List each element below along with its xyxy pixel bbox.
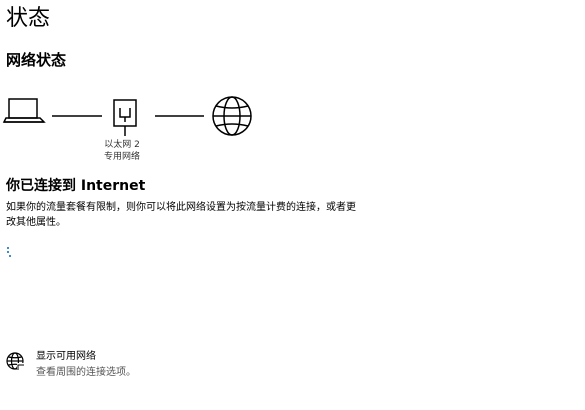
show-networks-description: 查看周围的连接选项。: [36, 367, 136, 378]
globe-icon: [212, 96, 252, 136]
loading-spinner-icon: [7, 247, 11, 257]
page-title: 状态: [6, 6, 51, 31]
connection-description: 如果你的流量套餐有限制，则你可以将此网络设置为按流量计费的连接，或者更改其他属性…: [6, 202, 356, 228]
show-networks-title[interactable]: 显示可用网络: [36, 350, 96, 364]
adapter-label: 以太网 2 专用网络: [96, 139, 148, 163]
globe-icon: [6, 352, 25, 371]
network-status-heading: 网络状态: [6, 51, 67, 69]
show-available-networks-link[interactable]: 显示可用网络 查看周围的连接选项。: [5, 350, 205, 382]
connection-status-title: 你已连接到 Internet: [6, 178, 146, 194]
ethernet-icon: [113, 99, 137, 136]
adapter-type: 专用网络: [103, 152, 140, 162]
laptop-icon: [2, 98, 46, 123]
adapter-name: 以太网 2: [104, 140, 140, 150]
